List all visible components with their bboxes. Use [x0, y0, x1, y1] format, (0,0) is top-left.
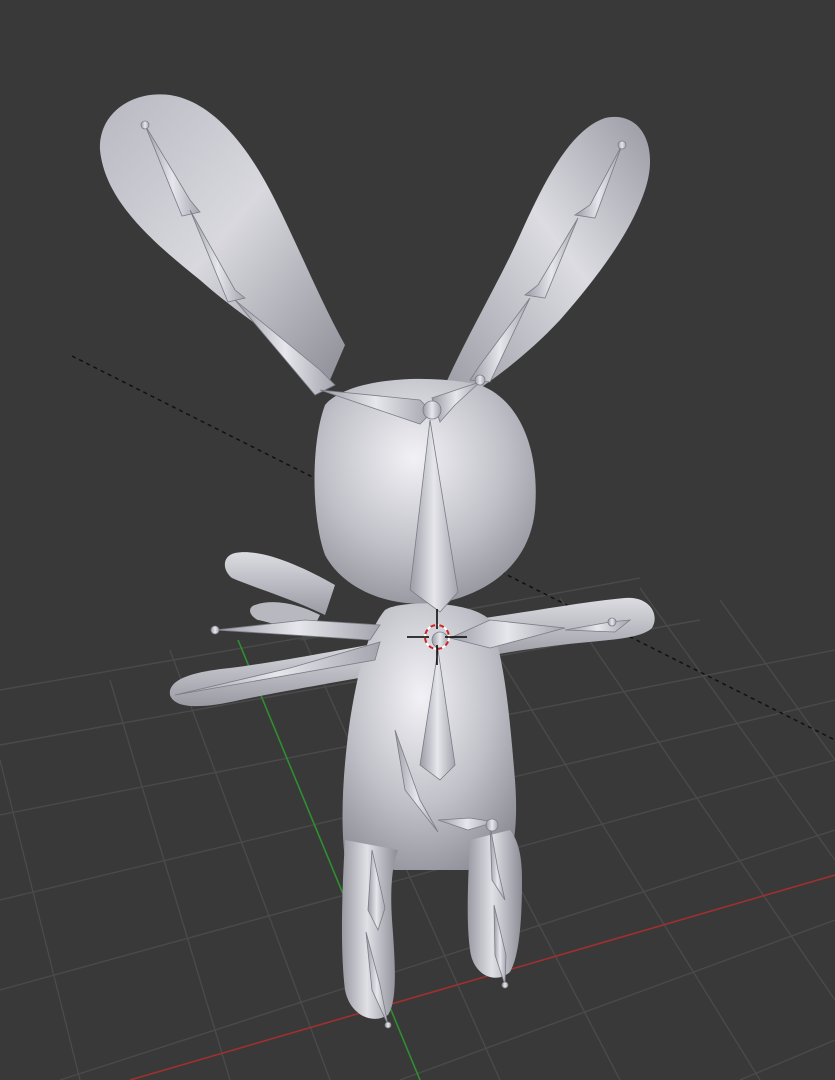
joint-left-ear-tip[interactable] — [140, 120, 150, 130]
joint-right-ear-base[interactable] — [474, 374, 486, 386]
joint-right-ear-tip[interactable] — [617, 140, 627, 150]
bone-left-upper-arm[interactable] — [214, 619, 381, 641]
viewport-scene — [0, 94, 835, 1080]
joint-left-foot[interactable] — [384, 1021, 392, 1029]
joint-left-hand[interactable] — [210, 625, 220, 635]
joint-hip-right[interactable] — [485, 818, 499, 832]
3d-viewport[interactable] — [0, 0, 835, 1080]
joint-right-hand[interactable] — [607, 617, 617, 627]
left-ear — [99, 94, 345, 380]
joint-right-foot[interactable] — [501, 981, 509, 989]
right-ear — [445, 116, 651, 395]
joint-skull[interactable] — [422, 400, 442, 420]
left-leg — [341, 840, 398, 1019]
